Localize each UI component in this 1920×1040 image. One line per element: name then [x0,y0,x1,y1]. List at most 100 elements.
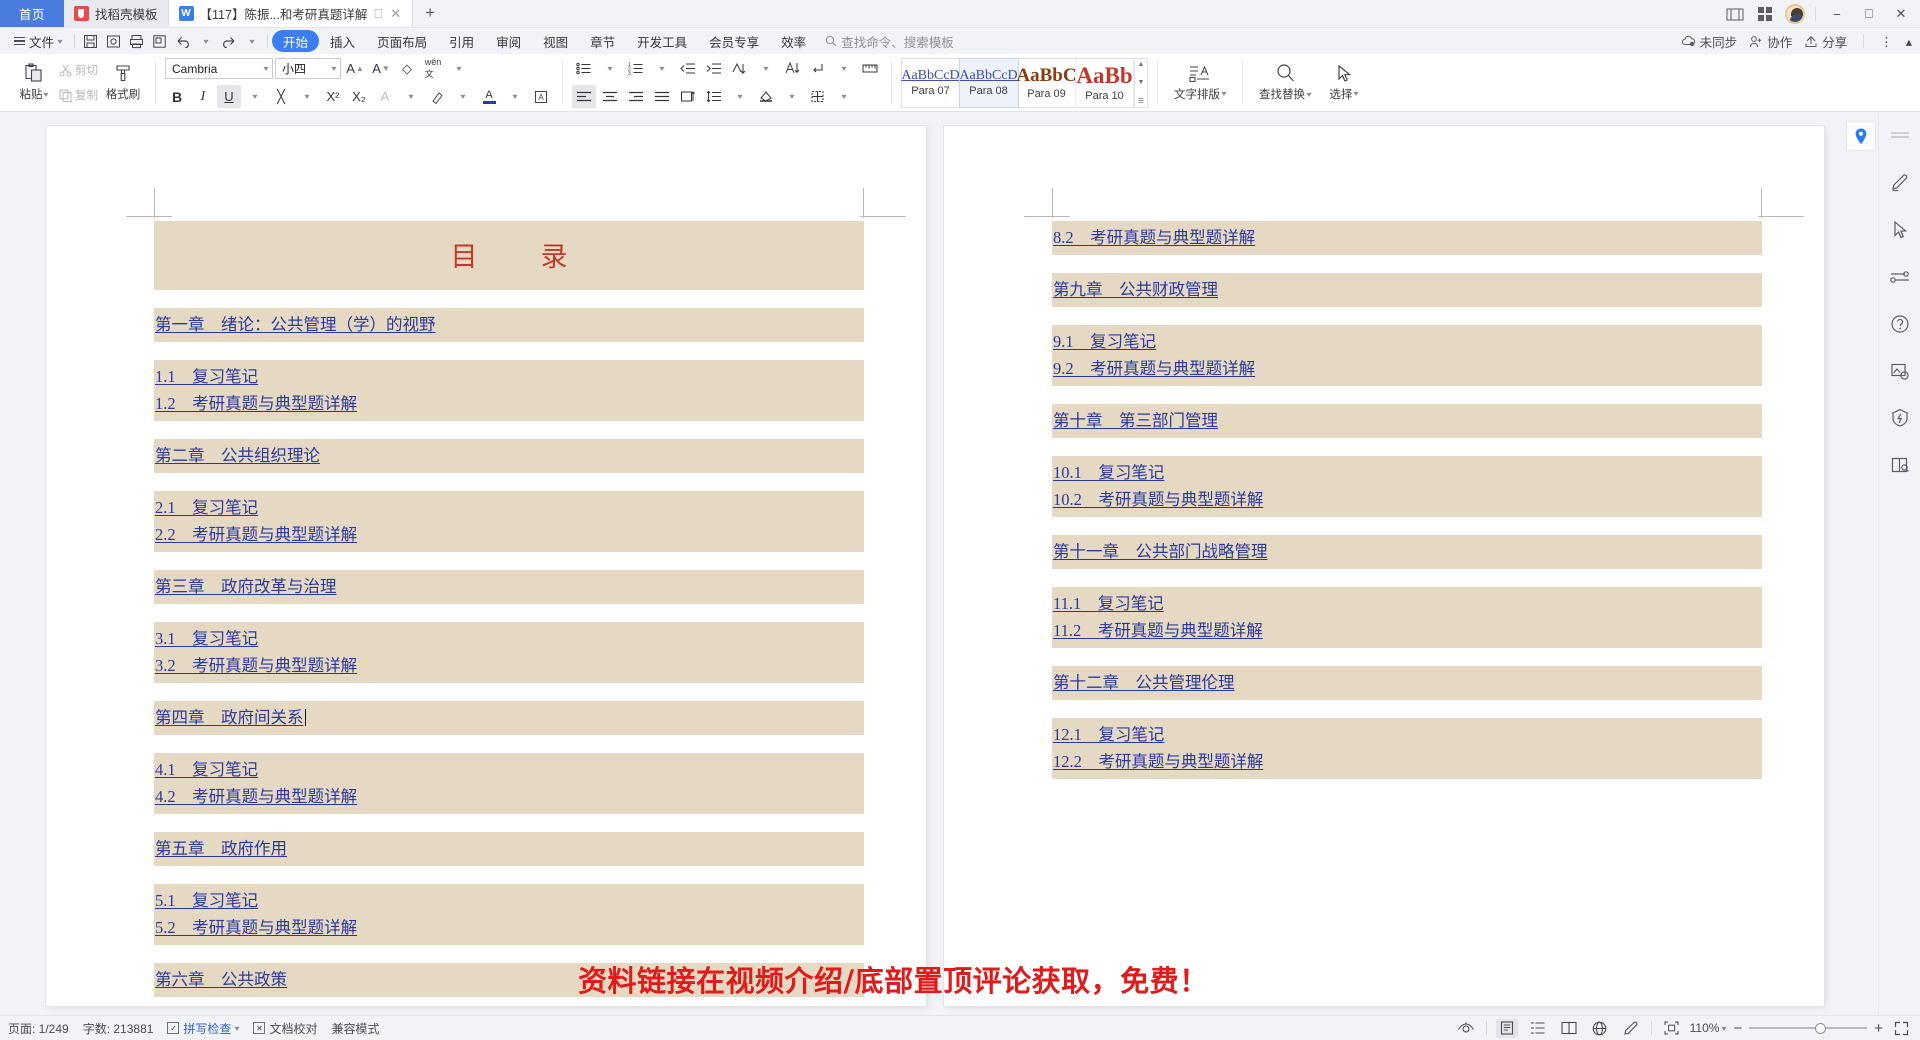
bullet-list-button[interactable] [572,57,596,80]
spellcheck-toggle[interactable]: ✓ 拼写检查 ▾ [167,1020,240,1037]
borders-button[interactable] [806,85,830,108]
location-pin-button[interactable] [1846,121,1876,151]
browser-tab-document[interactable]: 【117】陈振...和考研真题详解 ⎕ ✕ [168,0,414,27]
align-center-button[interactable] [598,85,622,108]
zoom-level-button[interactable]: 110% ▾ [1690,1021,1727,1035]
save-icon[interactable] [79,30,102,52]
text-effects-button[interactable]: A [373,85,397,108]
toc-link[interactable]: 12.2 考研真题与典型题详解 [1052,748,1263,775]
collaborate-button[interactable]: 协作 [1749,32,1792,51]
ribbon-tab-view[interactable]: 视图 [532,30,579,52]
toc-section-block[interactable]: 10.1 复习笔记 10.2 考研真题与典型题详解 [1052,456,1762,517]
ribbon-tab-member[interactable]: 会员专享 [698,30,770,52]
toc-link[interactable]: 第二章 公共组织理论 [154,442,320,469]
line-spacing-button[interactable] [702,85,726,108]
distribute-button[interactable] [676,85,700,108]
ribbon-tab-references[interactable]: 引用 [438,30,485,52]
print-layout-icon[interactable] [1495,1018,1518,1038]
toc-section-block[interactable]: 9.1 复习笔记 9.2 考研真题与典型题详解 [1052,325,1762,386]
fullscreen-icon[interactable] [1890,1019,1912,1038]
scroll-up-icon[interactable]: ▲ [1138,61,1145,68]
highlight-color-button[interactable] [425,85,449,108]
toc-chapter-block-active[interactable]: 第四章 政府间关系 [154,701,864,735]
edit-mode-icon[interactable] [1620,1019,1642,1038]
phonetic-guide-icon[interactable]: wén 文 [421,57,445,80]
toc-section-block[interactable]: 12.1 复习笔记 12.2 考研真题与典型题详解 [1052,718,1762,779]
shading-button[interactable] [754,85,778,108]
numbered-list-button[interactable]: 123 [624,57,648,80]
toc-chapter-block[interactable]: 第十一章 公共部门战略管理 [1052,535,1762,569]
image-tool-icon[interactable] [1887,358,1913,384]
increase-font-size-button[interactable]: A ▲ [343,57,367,80]
find-replace-button[interactable]: 查找替换 ▾ [1252,57,1318,109]
toc-chapter-block[interactable]: 第十二章 公共管理伦理 [1052,666,1762,700]
toc-link[interactable]: 10.2 考研真题与典型题详解 [1052,486,1263,513]
web-layout-icon[interactable] [1589,1019,1611,1038]
customize-toolbar-icon[interactable]: ▾ [240,30,263,52]
toc-section-block[interactable]: 1.1 复习笔记 1.2 考研真题与典型题详解 [154,360,864,421]
toc-chapter-block[interactable]: 第十章 第三部门管理 [1052,404,1762,438]
font-name-select[interactable]: Cambria ▾ [165,58,273,79]
toc-link[interactable]: 第四章 政府间关系 [154,704,304,731]
toc-chapter-block[interactable]: 第二章 公共组织理论 [154,439,864,473]
underline-button[interactable]: U [217,85,241,108]
settings-sliders-icon[interactable] [1887,264,1913,290]
sync-status-button[interactable]: 未同步 [1681,32,1737,51]
document-page-right[interactable]: 8.2 考研真题与典型题详解 第九章 公共财政管理 9.1 复习笔记 9.2 考… [944,126,1824,1006]
toc-section-block[interactable]: 3.1 复习笔记 3.2 考研真题与典型题详解 [154,622,864,683]
strikethrough-dropdown-icon[interactable]: ▾ [295,85,319,108]
toc-link[interactable]: 3.2 考研真题与典型题详解 [154,652,357,679]
document-area[interactable]: 目 录 第一章 绪论：公共管理（学）的视野 1.1 复习笔记 1.2 考研真题与… [0,113,1920,1015]
ribbon-tab-start[interactable]: 开始 [272,30,320,52]
badge-shield-icon[interactable] [1887,405,1913,431]
proofread-button[interactable]: ✕ 文档校对 [253,1020,317,1037]
expand-gallery-icon[interactable]: ☰ [1138,97,1144,105]
close-icon[interactable]: ✕ [389,7,402,20]
decrease-font-size-button[interactable]: A ▼ [369,57,393,80]
toc-link[interactable]: 4.2 考研真题与典型题详解 [154,783,357,810]
toc-link[interactable]: 第一章 绪论：公共管理（学）的视野 [154,311,436,338]
book-search-icon[interactable] [1887,452,1913,478]
underline-dropdown-icon[interactable]: ▾ [243,85,267,108]
grid-view-icon[interactable] [1751,2,1779,26]
browser-tab-docer[interactable]: 找稻壳模板 [64,0,169,27]
sort-ascending-button[interactable] [780,57,804,80]
shading-dropdown-icon[interactable]: ▾ [780,85,804,108]
toc-link[interactable]: 第十章 第三部门管理 [1052,407,1218,434]
clear-formatting-icon[interactable]: ◇ [395,57,419,80]
user-avatar[interactable] [1781,2,1809,26]
outline-view-icon[interactable] [1527,1019,1549,1038]
slider-knob[interactable] [1815,1022,1827,1034]
toc-section-block[interactable]: 2.1 复习笔记 2.2 考研真题与典型题详解 [154,491,864,552]
new-tab-button[interactable]: + [413,0,447,27]
align-left-button[interactable] [572,85,596,108]
style-item-para-08[interactable]: AaBbCcD Para 08 [959,57,1019,108]
text-layout-button[interactable]: 文字排版 ▾ [1167,57,1233,109]
justify-button[interactable] [650,85,674,108]
subscript-button[interactable]: X₂ [347,85,371,108]
zoom-out-button[interactable]: − [1733,1020,1742,1037]
toc-link[interactable]: 第九章 公共财政管理 [1052,276,1218,303]
ribbon-tab-page-layout[interactable]: 页面布局 [366,30,438,52]
minimize-button[interactable]: − [1822,2,1852,26]
strikethrough-button[interactable]: ╳ [269,85,293,108]
toc-link[interactable]: 第五章 政府作用 [154,835,287,862]
bullet-dropdown-icon[interactable]: ▾ [598,57,622,80]
eye-preview-icon[interactable] [1455,1019,1477,1038]
toc-link[interactable]: 第十一章 公共部门战略管理 [1052,538,1268,565]
paste-button[interactable]: 粘贴 ▾ [11,57,57,109]
toc-section-block[interactable]: 5.1 复习笔记 5.2 考研真题与典型题详解 [154,884,864,945]
toc-chapter-block[interactable]: 第五章 政府作用 [154,832,864,866]
undo-dropdown-icon[interactable]: ▾ [194,30,217,52]
file-menu-button[interactable]: 文件 ▾ [6,30,70,52]
toc-link[interactable]: 2.1 复习笔记 [154,494,258,521]
toc-chapter-block[interactable]: 第一章 绪论：公共管理（学）的视野 [154,308,864,342]
toc-link[interactable]: 2.2 考研真题与典型题详解 [154,521,357,548]
ribbon-tab-developer[interactable]: 开发工具 [626,30,698,52]
toc-link[interactable]: 3.1 复习笔记 [154,625,258,652]
select-button[interactable]: 选择 ▾ [1318,57,1370,109]
phonetic-dropdown-icon[interactable]: ▾ [447,57,471,80]
format-painter-button[interactable]: 格式刷 [100,57,146,109]
style-item-para-10[interactable]: AaBb Para 10 [1076,58,1134,107]
superscript-button[interactable]: X² [321,85,345,108]
